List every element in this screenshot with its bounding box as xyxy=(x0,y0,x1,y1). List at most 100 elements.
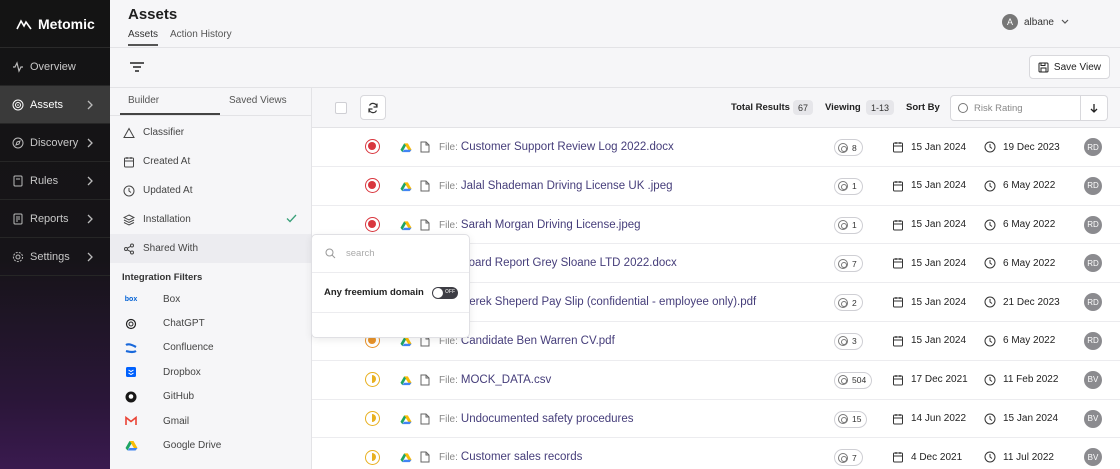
finding-count-badge[interactable]: 1 xyxy=(834,216,863,234)
finding-count-badge[interactable]: 8 xyxy=(834,139,863,156)
finding-count-badge[interactable]: 504 xyxy=(834,371,873,389)
refresh-icon xyxy=(368,102,378,113)
file-name-link[interactable]: File: Customer sales records xyxy=(439,451,582,463)
sidebar-item-discovery[interactable]: Discovery xyxy=(0,124,110,162)
owner-avatar[interactable]: RD xyxy=(1084,331,1102,350)
file-name: Customer sales records xyxy=(460,451,583,464)
select-all-checkbox[interactable] xyxy=(335,102,347,114)
owner-avatar[interactable]: BV xyxy=(1084,409,1102,428)
table-row[interactable]: File: Jalal Shademan Driving License UK .… xyxy=(312,167,1120,206)
sort-direction-button[interactable] xyxy=(1081,95,1108,121)
active-tab-indicator xyxy=(120,113,220,115)
filter-icon[interactable] xyxy=(129,60,145,74)
calendar-icon xyxy=(893,452,903,463)
file-icon xyxy=(420,219,430,231)
sidebar-item-settings[interactable]: Settings xyxy=(0,238,110,276)
tab-action-history[interactable]: Action History xyxy=(170,29,232,44)
sidebar-item-assets[interactable]: Assets xyxy=(0,86,110,124)
integration-dropbox[interactable]: Dropbox xyxy=(110,360,311,384)
box-icon: box xyxy=(124,295,138,303)
finding-count-badge[interactable]: 3 xyxy=(834,332,863,350)
integration-google-drive[interactable]: Google Drive xyxy=(110,433,311,457)
integration-gmail[interactable]: Gmail xyxy=(110,409,311,433)
file-name-link[interactable]: File:Board Report Grey Sloane LTD 2022.d… xyxy=(439,257,677,269)
integration-label: Box xyxy=(163,293,181,305)
save-view-button[interactable]: Save View xyxy=(1028,55,1110,79)
chevron-right-icon xyxy=(87,138,93,148)
table-row[interactable]: File: Customer sales records 7 4 Dec 2021 11… xyxy=(312,438,1120,469)
owner-avatar[interactable]: RD xyxy=(1084,293,1102,312)
chevron-right-icon xyxy=(87,100,93,110)
file-name-link[interactable]: File: Undocumented safety procedures xyxy=(439,413,634,425)
clock-icon xyxy=(984,413,996,425)
file-name: Jalal Shademan Driving License UK .jpeg xyxy=(460,179,673,192)
owner-avatar[interactable]: RD xyxy=(1084,138,1102,156)
created-date: 15 Jan 2024 xyxy=(892,257,966,269)
file-name-link[interactable]: File: Customer Support Review Log 2022.do… xyxy=(439,141,674,153)
file-name-link[interactable]: File:Derek Sheperd Pay Slip (confidentia… xyxy=(439,296,756,308)
updated-date: 11 Feb 2022 xyxy=(984,374,1058,386)
created-date: 14 Jun 2022 xyxy=(892,413,966,425)
created-date-value: 14 Jun 2022 xyxy=(911,413,967,425)
finding-count-badge[interactable]: 2 xyxy=(834,294,863,312)
created-date: 15 Jan 2024 xyxy=(892,180,966,192)
app-logo[interactable]: Metomic xyxy=(0,0,110,48)
finding-icon xyxy=(838,142,848,153)
owner-avatar[interactable]: BV xyxy=(1084,448,1102,467)
sidebar-item-reports[interactable]: Reports xyxy=(0,200,110,238)
table-row[interactable]: File: Undocumented safety procedures 15 14 … xyxy=(312,400,1120,439)
owner-avatar[interactable]: RD xyxy=(1084,254,1102,273)
finding-count-badge[interactable]: 1 xyxy=(834,177,863,195)
file-name-link[interactable]: File: Jalal Shademan Driving License UK .… xyxy=(439,180,673,192)
tab-builder[interactable]: Builder xyxy=(128,95,159,106)
integration-chatgpt[interactable]: ChatGPT xyxy=(110,311,311,335)
file-name: Board Report Grey Sloane LTD 2022.docx xyxy=(460,257,677,270)
sidebar-item-overview[interactable]: Overview xyxy=(0,48,110,86)
table-row[interactable]: File: Customer Support Review Log 2022.do… xyxy=(312,128,1120,167)
integration-github[interactable]: GitHub xyxy=(110,385,311,409)
updated-date-value: 6 May 2022 xyxy=(1003,219,1056,231)
file-name-link[interactable]: File: MOCK_DATA.csv xyxy=(439,374,551,386)
popover-search[interactable]: search xyxy=(312,235,469,273)
finding-count-badge[interactable]: 15 xyxy=(834,410,868,428)
filter-classifier[interactable]: Classifier xyxy=(110,118,311,147)
clock-icon xyxy=(984,335,996,347)
file-name-link[interactable]: File: Sarah Morgan Driving License.jpeg xyxy=(439,219,641,231)
filter-installation[interactable]: Installation xyxy=(110,205,311,234)
calendar-icon xyxy=(893,258,903,269)
created-date-value: 15 Jan 2024 xyxy=(911,141,967,153)
metomic-logo-icon xyxy=(16,18,32,29)
finding-count-badge[interactable]: 7 xyxy=(834,449,863,467)
user-menu[interactable]: A albane xyxy=(1001,14,1070,30)
owner-avatar[interactable]: RD xyxy=(1084,215,1102,234)
sort-by-label: Sort By xyxy=(906,102,940,113)
owner-avatar[interactable]: RD xyxy=(1084,176,1102,195)
table-row[interactable]: File: MOCK_DATA.csv 504 17 Dec 2021 11 Feb 2… xyxy=(312,361,1120,400)
refresh-button[interactable] xyxy=(360,95,386,120)
filter-created-at[interactable]: Created At xyxy=(110,147,311,176)
integration-label: GitHub xyxy=(163,391,195,403)
filter-updated-at[interactable]: Updated At xyxy=(110,176,311,205)
clock-icon xyxy=(984,374,996,386)
sidebar-item-label: Assets xyxy=(30,98,64,111)
tab-saved-views[interactable]: Saved Views xyxy=(229,95,287,106)
report-icon xyxy=(12,213,24,225)
created-date-value: 15 Jan 2024 xyxy=(911,180,967,192)
shared-with-popover: search Any freemium domain OFF xyxy=(311,234,470,338)
integration-box[interactable]: box Box xyxy=(110,287,311,311)
tab-assets[interactable]: Assets xyxy=(128,29,159,46)
chevron-right-icon xyxy=(87,176,93,186)
total-results-count: 67 xyxy=(793,100,814,115)
sidebar-item-rules[interactable]: Rules xyxy=(0,162,110,200)
owner-avatar[interactable]: BV xyxy=(1084,370,1102,389)
layers-icon xyxy=(123,213,135,226)
integration-label: Google Drive xyxy=(163,440,222,452)
integration-confluence[interactable]: Confluence xyxy=(110,336,311,360)
created-date-value: 15 Jan 2024 xyxy=(911,219,967,231)
filter-shared-with[interactable]: Shared With xyxy=(110,234,311,263)
finding-count-badge[interactable]: 7 xyxy=(834,255,863,273)
calendar-icon xyxy=(893,297,903,308)
sort-select[interactable]: Risk Rating xyxy=(950,95,1081,121)
finding-icon xyxy=(838,297,848,308)
file-name: Candidate Ben Warren CV.pdf xyxy=(460,334,615,347)
